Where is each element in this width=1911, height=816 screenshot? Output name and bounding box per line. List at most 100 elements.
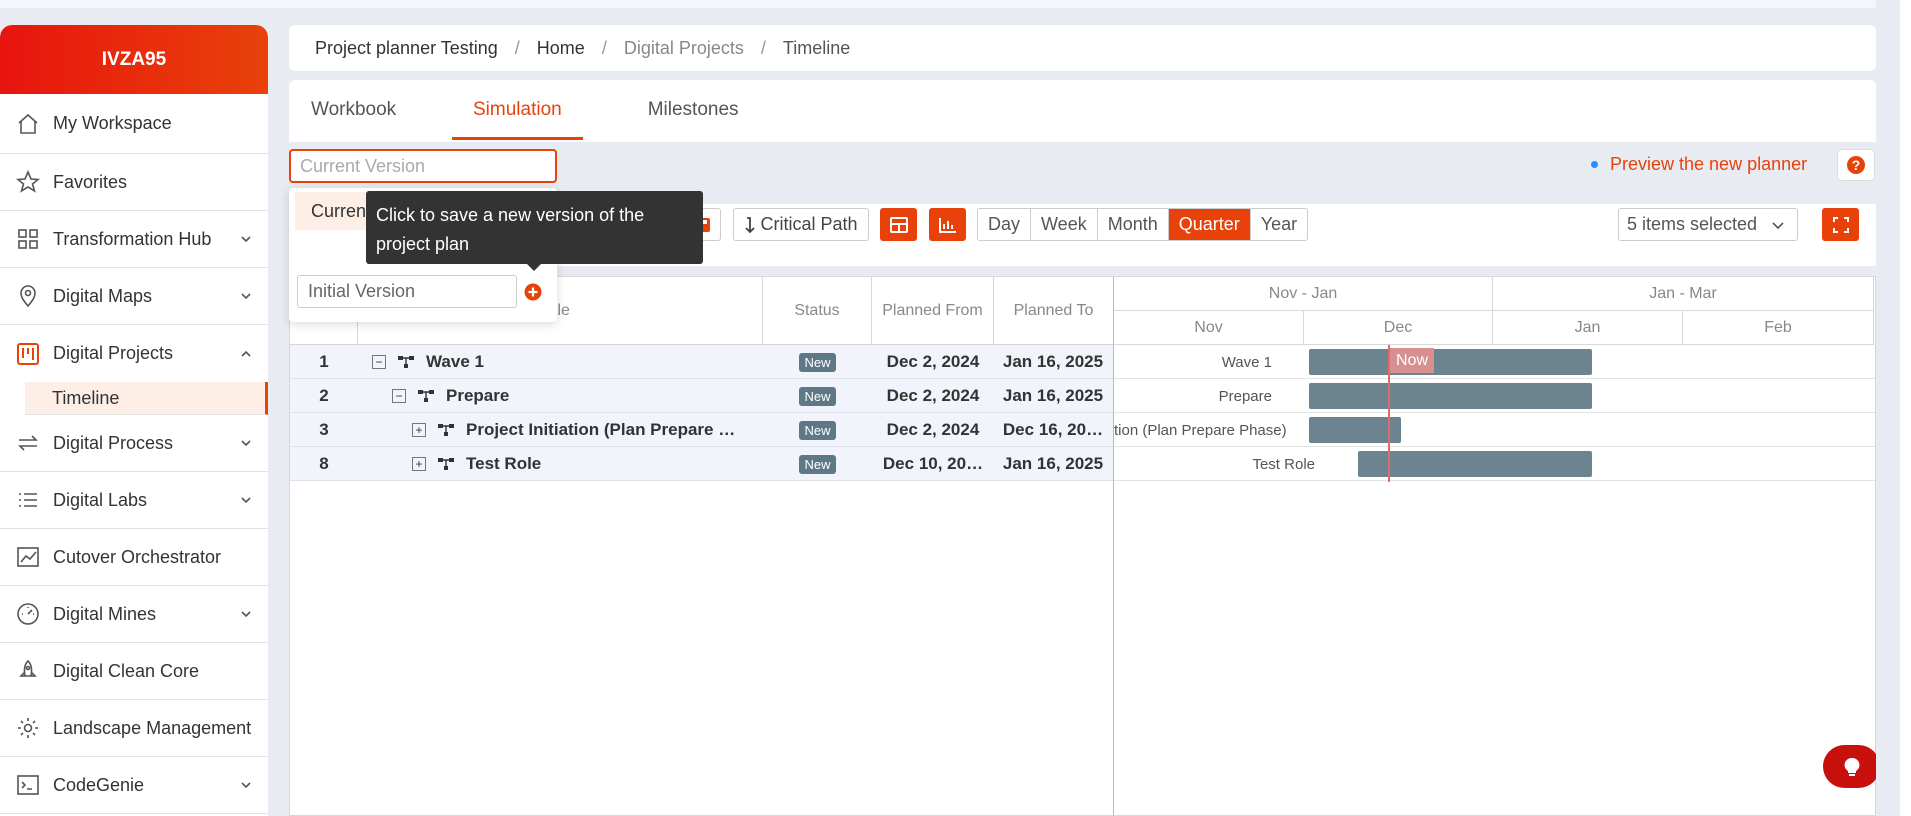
help-button[interactable]: ? (1837, 149, 1875, 181)
row-id: 1 (319, 352, 329, 371)
gantt-period: Nov - Jan (1114, 277, 1493, 311)
row-planned-to: Jan 16, 2025 (1002, 386, 1104, 405)
row-status: New (763, 345, 872, 379)
sidebar-item-my-workspace[interactable]: My Workspace (0, 94, 268, 154)
zoom-year[interactable]: Year (1250, 209, 1308, 240)
tab-simulation[interactable]: Simulation (452, 80, 583, 140)
gantt-bar[interactable] (1309, 383, 1592, 409)
table-row[interactable]: 2 − Prepare New Dec 2, 2024 Jan 16, 2025 (290, 379, 1114, 413)
row-title: − Wave 1 (372, 345, 762, 379)
gantt-grid: tle Status Planned From Planned To 1 − W… (289, 276, 1876, 816)
sidebar-item-landscape-management[interactable]: Landscape Management (0, 700, 268, 757)
sidebar-item-digital-mines[interactable]: Digital Mines (0, 586, 268, 643)
breadcrumb-separator: / (514, 37, 520, 58)
sidebar-item-digital-maps[interactable]: Digital Maps (0, 268, 268, 325)
gantt-bar[interactable] (1358, 451, 1592, 477)
row-planned-from: Dec 2, 2024 (886, 352, 980, 371)
sidebar-item-timeline[interactable]: Timeline (25, 382, 268, 415)
chevron-down-icon (241, 497, 251, 504)
star-icon (15, 169, 41, 195)
col-header-planned-to[interactable]: Planned To (994, 277, 1114, 345)
sidebar-item-digital-labs[interactable]: Digital Labs (0, 472, 268, 529)
row-status: New (763, 413, 872, 447)
row-status: New (763, 447, 872, 481)
new-version-input[interactable]: Initial Version (297, 275, 517, 308)
gantt-task-label: Test Role (1252, 455, 1315, 473)
table-row[interactable]: 8 + Test Role New Dec 10, 20… Jan 16, 20… (290, 447, 1114, 481)
gantt-month: Nov (1114, 311, 1304, 345)
col-header-planned-from[interactable]: Planned From (872, 277, 994, 345)
sidebar-item-label: Landscape Management (53, 717, 252, 738)
row-id: 2 (319, 386, 329, 405)
tips-fab-button[interactable] (1823, 745, 1880, 788)
preview-new-planner-link[interactable]: Preview the new planner (1591, 154, 1807, 175)
row-id: 8 (319, 454, 329, 473)
collapse-icon[interactable]: − (372, 355, 386, 369)
sidebar-item-digital-process[interactable]: Digital Process (0, 415, 268, 472)
gantt-period: Jan - Mar (1493, 277, 1874, 311)
breadcrumb-separator: / (760, 37, 766, 58)
chevron-down-icon (241, 440, 251, 447)
kanban-icon (15, 341, 41, 367)
sidebar-item-digital-clean-core[interactable]: Digital Clean Core (0, 643, 268, 700)
bar-chart-icon (938, 217, 956, 233)
table-row[interactable]: 1 − Wave 1 New Dec 2, 2024 Jan 16, 2025 (290, 345, 1114, 379)
row-title: + Test Role (412, 447, 762, 481)
svg-text:?: ? (1852, 157, 1861, 173)
sidebar-item-label: Timeline (52, 387, 120, 408)
table-view-button[interactable] (880, 208, 917, 241)
sidebar-item-label: Favorites (53, 171, 128, 192)
status-badge: New (799, 352, 836, 372)
row-title-text: Project Initiation (Plan Prepare … (466, 420, 736, 439)
tab-workbook[interactable]: Workbook (311, 80, 417, 140)
sidebar-item-codegenie[interactable]: CodeGenie (0, 757, 268, 814)
fullscreen-button[interactable] (1822, 208, 1859, 241)
sidebar-item-cutover-orchestrator[interactable]: Cutover Orchestrator (0, 529, 268, 586)
zoom-month[interactable]: Month (1097, 209, 1169, 240)
zoom-day[interactable]: Day (978, 209, 1032, 240)
breadcrumb-item[interactable]: Home (537, 38, 585, 59)
breadcrumb-item[interactable]: Digital Projects (624, 38, 744, 59)
col-header-status[interactable]: Status (763, 277, 872, 345)
collapse-icon[interactable]: − (392, 389, 406, 403)
chevron-up-icon (241, 350, 251, 357)
row-planned-to: Dec 16, 20… (1002, 420, 1104, 439)
top-strip (0, 0, 1911, 8)
gantt-bar[interactable] (1309, 349, 1592, 375)
items-selected-dropdown[interactable]: 5 items selected (1618, 208, 1798, 241)
gantt-month: Dec (1304, 311, 1493, 345)
rocket-icon (15, 658, 41, 684)
breadcrumb: Project planner Testing / Home / Digital… (289, 25, 1876, 71)
gantt-task-label: tion (Plan Prepare Phase) (1114, 421, 1287, 439)
sidebar-item-digital-projects[interactable]: Digital Projects (0, 325, 268, 382)
arrow-down-icon (745, 216, 756, 233)
chart-view-button[interactable] (929, 208, 966, 241)
now-marker-label: Now (1390, 348, 1435, 373)
expand-icon[interactable]: + (412, 457, 426, 471)
gantt-month: Jan (1493, 311, 1683, 345)
grid-icon (15, 226, 41, 252)
hierarchy-icon (438, 457, 454, 471)
row-title-text: Test Role (466, 454, 542, 473)
table-row[interactable]: 3 + Project Initiation (Plan Prepare … N… (290, 413, 1114, 447)
expand-icon[interactable]: + (412, 423, 426, 437)
sidebar-item-label: Digital Maps (53, 285, 153, 306)
add-version-icon[interactable] (524, 283, 542, 301)
chevron-down-icon (241, 236, 251, 243)
tooltip: Click to save a new version of the proje… (366, 191, 703, 271)
chevron-down-icon (1772, 222, 1784, 230)
hierarchy-icon (418, 389, 434, 403)
version-select[interactable]: Current Version (289, 149, 557, 183)
sidebar-item-label: Digital Clean Core (53, 660, 200, 681)
sidebar-item-favorites[interactable]: Favorites (0, 154, 268, 211)
chevron-down-icon (241, 293, 251, 300)
sidebar-item-transformation-hub[interactable]: Transformation Hub (0, 211, 268, 268)
zoom-week[interactable]: Week (1031, 209, 1098, 240)
breadcrumb-item[interactable]: Project planner Testing (315, 38, 498, 59)
sidebar-item-label: Digital Labs (53, 489, 148, 510)
zoom-quarter[interactable]: Quarter (1168, 209, 1251, 240)
critical-path-label: Critical Path (760, 214, 858, 234)
tab-milestones[interactable]: Milestones (648, 80, 739, 140)
critical-path-button[interactable]: Critical Path (733, 208, 869, 241)
brand-logo[interactable]: IVZA95 (0, 25, 268, 94)
